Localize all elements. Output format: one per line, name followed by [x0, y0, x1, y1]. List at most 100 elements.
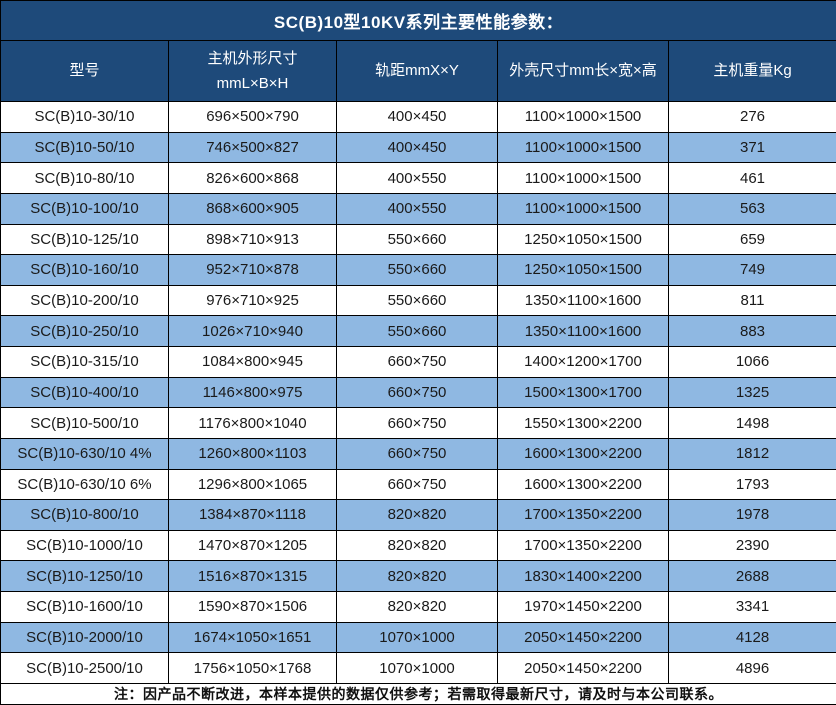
table-cell: SC(B)10-630/10 4% [1, 438, 169, 469]
table-cell: SC(B)10-630/10 6% [1, 469, 169, 500]
table-cell: SC(B)10-2500/10 [1, 653, 169, 684]
table-cell: 826×600×868 [169, 163, 337, 194]
table-cell: SC(B)10-30/10 [1, 102, 169, 133]
table-cell: SC(B)10-125/10 [1, 224, 169, 255]
table-body: SC(B)10-30/10696×500×790400×4501100×1000… [1, 102, 836, 684]
table-row: SC(B)10-400/101146×800×975660×7501500×13… [1, 377, 836, 408]
table-cell: 1470×870×1205 [169, 530, 337, 561]
table-cell: 4896 [669, 653, 836, 684]
table-cell: 1978 [669, 500, 836, 531]
table-cell: 660×750 [337, 438, 498, 469]
table-cell: 883 [669, 316, 836, 347]
table-cell: 1756×1050×1768 [169, 653, 337, 684]
table-cell: SC(B)10-160/10 [1, 255, 169, 286]
table-cell: 1970×1450×2200 [498, 592, 669, 623]
table-cell: 820×820 [337, 592, 498, 623]
table-row: SC(B)10-1600/101590×870×1506820×8201970×… [1, 592, 836, 623]
table-cell: 1146×800×975 [169, 377, 337, 408]
table-cell: 400×550 [337, 193, 498, 224]
table-cell: 1600×1300×2200 [498, 438, 669, 469]
note-row: 注：因产品不断改进，本样本提供的数据仅供参考；若需取得最新尺寸，请及时与本公司联… [1, 684, 836, 705]
table-cell: 1830×1400×2200 [498, 561, 669, 592]
table-cell: 276 [669, 102, 836, 133]
table-cell: 400×450 [337, 102, 498, 133]
column-header-sublabel: mmL×B×H [169, 71, 336, 97]
column-header-label: 轨距mmX×Y [337, 58, 497, 84]
table-cell: 952×710×878 [169, 255, 337, 286]
table-cell: 1400×1200×1700 [498, 347, 669, 378]
table-cell: 1026×710×940 [169, 316, 337, 347]
spec-sheet: SC(B)10型10KV系列主要性能参数： 型号 主机外形尺寸 mmL×B×H … [0, 0, 836, 705]
table-cell: 820×820 [337, 561, 498, 592]
table-row: SC(B)10-2500/101756×1050×17681070×100020… [1, 653, 836, 684]
table-cell: 461 [669, 163, 836, 194]
table-cell: 1084×800×945 [169, 347, 337, 378]
table-cell: SC(B)10-200/10 [1, 285, 169, 316]
table-cell: 976×710×925 [169, 285, 337, 316]
table-cell: SC(B)10-250/10 [1, 316, 169, 347]
table-cell: 1070×1000 [337, 653, 498, 684]
table-cell: SC(B)10-1600/10 [1, 592, 169, 623]
table-cell: 1498 [669, 408, 836, 439]
table-row: SC(B)10-1250/101516×870×1315820×8201830×… [1, 561, 836, 592]
table-cell: 550×660 [337, 316, 498, 347]
table-cell: 550×660 [337, 255, 498, 286]
table-cell: SC(B)10-500/10 [1, 408, 169, 439]
table-cell: 746×500×827 [169, 132, 337, 163]
table-cell: 1384×870×1118 [169, 500, 337, 531]
table-cell: SC(B)10-50/10 [1, 132, 169, 163]
column-header-unit-dimensions: 主机外形尺寸 mmL×B×H [169, 41, 337, 102]
table-cell: 749 [669, 255, 836, 286]
table-cell: 550×660 [337, 224, 498, 255]
table-cell: 1100×1000×1500 [498, 132, 669, 163]
table-cell: 1700×1350×2200 [498, 500, 669, 531]
table-cell: 3341 [669, 592, 836, 623]
column-header-label: 主机重量Kg [669, 58, 836, 84]
title-bar: SC(B)10型10KV系列主要性能参数： [1, 1, 836, 41]
table-row: SC(B)10-125/10898×710×913550×6601250×105… [1, 224, 836, 255]
column-header-label: 外壳尺寸mm长×宽×高 [498, 58, 668, 84]
table-row: SC(B)10-100/10868×600×905400×5501100×100… [1, 193, 836, 224]
page-title: SC(B)10型10KV系列主要性能参数： [1, 1, 836, 41]
table-cell: 1590×870×1506 [169, 592, 337, 623]
table-cell: 1066 [669, 347, 836, 378]
table-cell: 2688 [669, 561, 836, 592]
column-header-weight: 主机重量Kg [669, 41, 836, 102]
table-cell: 659 [669, 224, 836, 255]
table-cell: 1516×870×1315 [169, 561, 337, 592]
table-row: SC(B)10-630/10 4%1260×800×1103660×750160… [1, 438, 836, 469]
table-cell: 820×820 [337, 530, 498, 561]
column-header-model: 型号 [1, 41, 169, 102]
table-cell: 1250×1050×1500 [498, 224, 669, 255]
column-header-label: 型号 [1, 58, 168, 84]
table-cell: SC(B)10-1250/10 [1, 561, 169, 592]
table-cell: SC(B)10-80/10 [1, 163, 169, 194]
spec-table: SC(B)10型10KV系列主要性能参数： 型号 主机外形尺寸 mmL×B×H … [0, 0, 836, 705]
table-cell: 660×750 [337, 408, 498, 439]
table-cell: 898×710×913 [169, 224, 337, 255]
table-cell: 4128 [669, 622, 836, 653]
table-cell: 371 [669, 132, 836, 163]
table-cell: 1600×1300×2200 [498, 469, 669, 500]
table-cell: 2050×1450×2200 [498, 622, 669, 653]
table-row: SC(B)10-30/10696×500×790400×4501100×1000… [1, 102, 836, 133]
column-header-label: 主机外形尺寸 [169, 46, 336, 72]
table-cell: 1550×1300×2200 [498, 408, 669, 439]
table-header-row: 型号 主机外形尺寸 mmL×B×H 轨距mmX×Y 外壳尺寸mm长×宽×高 主机… [1, 41, 836, 102]
table-cell: 1674×1050×1651 [169, 622, 337, 653]
table-cell: 1070×1000 [337, 622, 498, 653]
table-cell: 400×550 [337, 163, 498, 194]
note-text: 注：因产品不断改进，本样本提供的数据仅供参考；若需取得最新尺寸，请及时与本公司联… [1, 684, 836, 705]
table-cell: 1100×1000×1500 [498, 193, 669, 224]
table-cell: 820×820 [337, 500, 498, 531]
table-cell: 1793 [669, 469, 836, 500]
table-cell: SC(B)10-2000/10 [1, 622, 169, 653]
table-cell: SC(B)10-1000/10 [1, 530, 169, 561]
table-cell: 1350×1100×1600 [498, 316, 669, 347]
table-cell: 1250×1050×1500 [498, 255, 669, 286]
table-cell: 1100×1000×1500 [498, 102, 669, 133]
table-row: SC(B)10-315/101084×800×945660×7501400×12… [1, 347, 836, 378]
table-cell: 550×660 [337, 285, 498, 316]
table-cell: SC(B)10-100/10 [1, 193, 169, 224]
table-cell: 868×600×905 [169, 193, 337, 224]
